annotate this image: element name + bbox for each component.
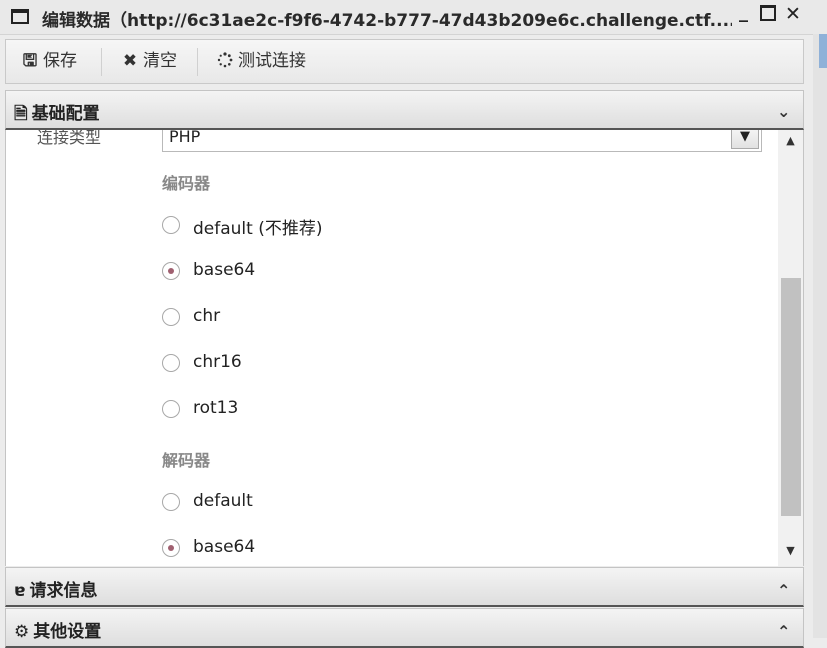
connection-type-value: PHP bbox=[169, 130, 201, 146]
floppy-disk-icon: 🖫 bbox=[22, 51, 38, 71]
scrollbar-thumb[interactable] bbox=[781, 278, 801, 516]
maximize-button[interactable] bbox=[760, 5, 776, 21]
radio-button[interactable] bbox=[162, 262, 180, 280]
chevron-up-icon: ⌃ bbox=[777, 622, 791, 641]
radio-button[interactable] bbox=[162, 493, 180, 511]
encoder-title: 编码器 bbox=[162, 174, 211, 193]
section-other-label: 其他设置 bbox=[33, 622, 102, 642]
radio-label: base64 bbox=[193, 260, 256, 280]
toolbar: 🖫 保存 ✖ 清空 测试连接 bbox=[5, 39, 804, 84]
background-window-edge-accent bbox=[819, 34, 827, 68]
radio-label: rot13 bbox=[193, 398, 239, 418]
test-connection-label: 测试连接 bbox=[238, 51, 306, 71]
scroll-down-arrow-icon[interactable]: ▼ bbox=[778, 544, 803, 557]
connection-type-select[interactable]: PHP ▼ bbox=[162, 130, 762, 152]
radio-label: chr16 bbox=[193, 352, 242, 372]
radio-button[interactable] bbox=[162, 400, 180, 418]
section-header-basic[interactable]: 🗎 基础配置 ⌄ bbox=[5, 90, 804, 130]
window-title: 编辑数据（http://6c31ae2c-f9f6-4742-b777-47d4… bbox=[42, 11, 732, 31]
chevron-up-icon: ⌃ bbox=[777, 581, 791, 600]
edge-icon: ɐ bbox=[14, 581, 26, 601]
vertical-scrollbar[interactable]: ▲ ▼ bbox=[778, 130, 803, 566]
clear-label: 清空 bbox=[143, 51, 177, 71]
radio-button[interactable] bbox=[162, 308, 180, 326]
save-label: 保存 bbox=[43, 51, 77, 71]
radio-label: base64 bbox=[193, 537, 256, 557]
save-button[interactable]: 🖫 保存 bbox=[22, 40, 77, 83]
basic-config-panel: 连接类型 PHP ▼ 编码器 default (不推荐) base64 chr … bbox=[5, 130, 804, 566]
connection-type-label: 连接类型 bbox=[37, 130, 102, 147]
radio-label: chr bbox=[193, 306, 221, 326]
radio-label: default bbox=[193, 491, 253, 511]
radio-button[interactable] bbox=[162, 539, 180, 557]
chevron-down-icon[interactable]: ▼ bbox=[731, 130, 759, 149]
close-button[interactable]: ✕ bbox=[785, 3, 801, 25]
radio-button[interactable] bbox=[162, 216, 180, 234]
chevron-down-icon: ⌄ bbox=[777, 102, 791, 121]
file-icon: 🗎 bbox=[14, 104, 28, 124]
x-icon: ✖ bbox=[122, 51, 138, 71]
minimize-button[interactable]: _ bbox=[739, 2, 748, 23]
window-icon bbox=[11, 9, 29, 24]
toolbar-divider bbox=[197, 48, 198, 76]
test-connection-button[interactable]: 测试连接 bbox=[217, 40, 306, 83]
radio-label: default (不推荐) bbox=[193, 219, 323, 239]
radio-button[interactable] bbox=[162, 354, 180, 372]
section-request-label: 请求信息 bbox=[29, 581, 98, 601]
spinner-icon bbox=[217, 40, 233, 83]
gears-icon: ⚙ bbox=[14, 622, 30, 642]
section-header-request[interactable]: ɐ 请求信息 ⌃ bbox=[5, 567, 804, 607]
scroll-up-arrow-icon[interactable]: ▲ bbox=[778, 134, 803, 147]
section-header-other[interactable]: ⚙ 其他设置 ⌃ bbox=[5, 608, 804, 648]
clear-button[interactable]: ✖ 清空 bbox=[122, 40, 177, 83]
toolbar-divider bbox=[101, 48, 102, 76]
background-window-edge bbox=[813, 34, 827, 638]
section-basic-label: 基础配置 bbox=[31, 104, 100, 124]
decoder-title: 解码器 bbox=[162, 451, 211, 470]
window-titlebar: 编辑数据（http://6c31ae2c-f9f6-4742-b777-47d4… bbox=[0, 0, 827, 35]
